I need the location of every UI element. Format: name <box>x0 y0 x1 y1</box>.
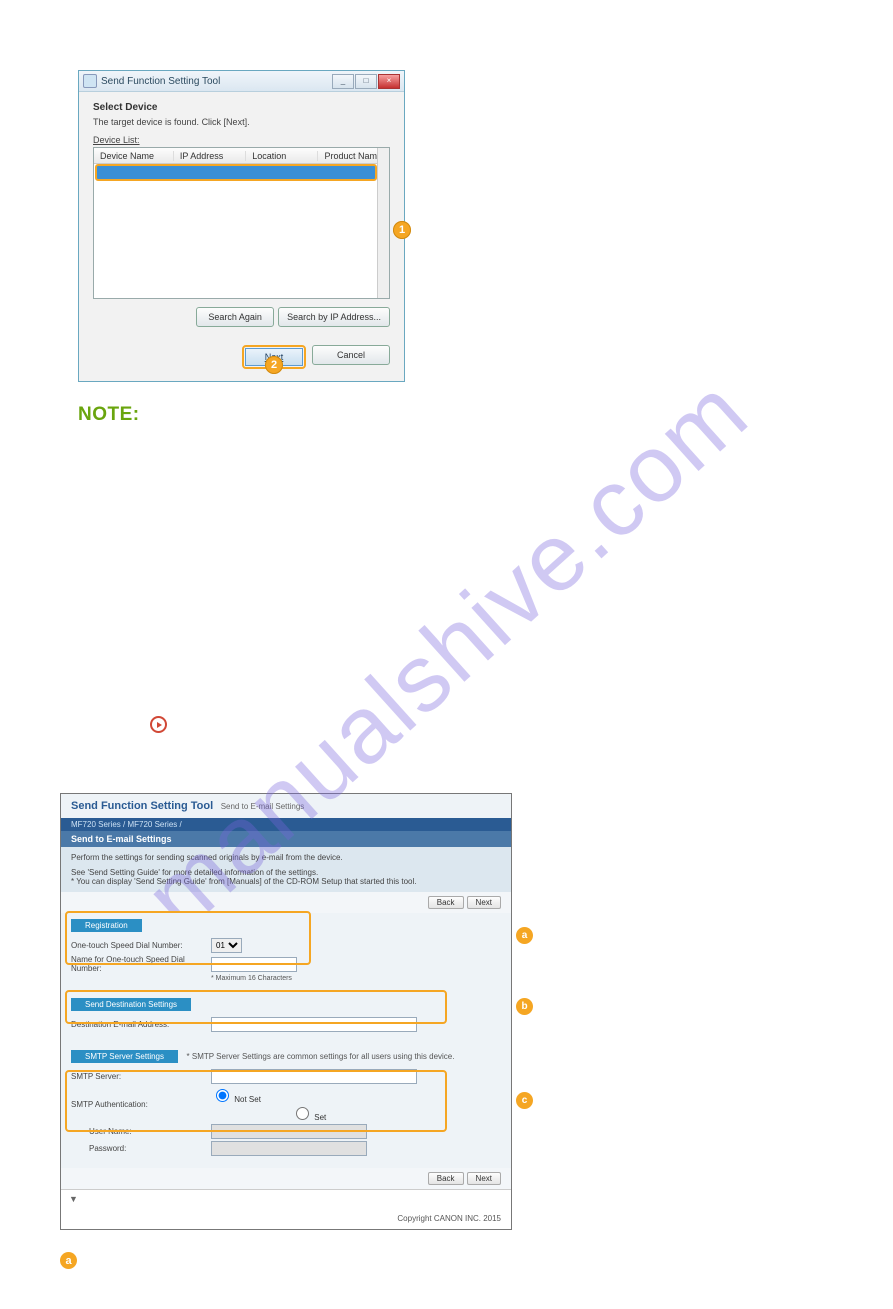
close-button[interactable]: × <box>378 74 400 89</box>
send-destination-heading: Send Destination Settings <box>71 998 191 1011</box>
smtp-server-label: SMTP Server: <box>71 1072 211 1081</box>
callout-2: 2 <box>265 356 283 374</box>
smtp-auth-options: Not Set Set <box>211 1086 326 1122</box>
intro-text-1: Perform the settings for sending scanned… <box>71 853 501 862</box>
select-device-screenshot: Send Function Setting Tool _ □ × Select … <box>60 70 405 382</box>
smtp-user-label: User Name: <box>89 1127 211 1136</box>
select-device-dialog: Send Function Setting Tool _ □ × Select … <box>78 70 405 382</box>
minimize-button[interactable]: _ <box>332 74 354 89</box>
one-touch-name-label: Name for One-touch Speed Dial Number: <box>71 955 211 973</box>
one-touch-number-label: One-touch Speed Dial Number: <box>71 941 211 950</box>
window-titlebar: Send Function Setting Tool _ □ × <box>79 71 404 92</box>
smtp-auth-label: SMTP Authentication: <box>71 1100 211 1109</box>
web-page-title: Send Function Setting Tool <box>71 800 213 812</box>
email-settings-screenshot: Send Function Setting Tool Send to E-mai… <box>60 793 512 1230</box>
smtp-pass-input <box>211 1141 367 1156</box>
back-button-bottom[interactable]: Back <box>428 1172 464 1185</box>
col-location: Location <box>246 151 318 161</box>
dialog-heading: Select Device <box>93 102 390 113</box>
breadcrumb: MF720 Series / MF720 Series / <box>61 818 511 831</box>
callout-letter-b: b <box>516 998 533 1015</box>
search-by-ip-button[interactable]: Search by IP Address... <box>278 307 390 327</box>
smtp-heading: SMTP Server Settings <box>71 1050 178 1063</box>
smtp-server-input[interactable] <box>211 1069 417 1084</box>
smtp-auth-notset-radio[interactable] <box>216 1089 229 1102</box>
device-list-header: Device Name IP Address Location Product … <box>94 148 389 164</box>
play-icon <box>150 716 167 733</box>
intro-text-2: See 'Send Setting Guide' for more detail… <box>71 868 501 877</box>
intro-text-3: * You can display 'Send Setting Guide' f… <box>71 877 501 886</box>
step-reference <box>150 716 167 733</box>
cancel-button[interactable]: Cancel <box>312 345 390 365</box>
smtp-user-input <box>211 1124 367 1139</box>
registration-heading: Registration <box>71 919 142 932</box>
next-button-top[interactable]: Next <box>467 896 501 909</box>
dest-email-input[interactable] <box>211 1017 417 1032</box>
app-icon <box>83 74 97 88</box>
one-touch-number-select[interactable]: 01 <box>211 938 242 953</box>
smtp-auth-set-radio[interactable] <box>296 1107 309 1120</box>
back-button-top[interactable]: Back <box>428 896 464 909</box>
one-touch-name-input[interactable] <box>211 957 297 972</box>
search-again-button[interactable]: Search Again <box>196 307 274 327</box>
send-destination-section: b Send Destination Settings Destination … <box>61 992 511 1044</box>
next-button-bottom[interactable]: Next <box>467 1172 501 1185</box>
note-heading: NOTE: <box>78 404 833 426</box>
callout-letter-c: c <box>516 1092 533 1109</box>
col-ip-address: IP Address <box>174 151 246 161</box>
dialog-subtext: The target device is found. Click [Next]… <box>93 117 390 127</box>
smtp-note: * SMTP Server Settings are common settin… <box>187 1052 455 1061</box>
device-list[interactable]: Device Name IP Address Location Product … <box>93 147 390 299</box>
smtp-pass-label: Password: <box>89 1144 211 1153</box>
copyright-text: Copyright CANON INC. 2015 <box>61 1208 511 1229</box>
dest-email-label: Destination E-mail Address: <box>71 1020 211 1029</box>
registration-section: a Registration One-touch Speed Dial Numb… <box>61 913 511 992</box>
window-title: Send Function Setting Tool <box>101 76 332 87</box>
name-hint: * Maximum 16 Characters <box>211 975 501 982</box>
callout-letter-a: a <box>516 927 533 944</box>
panel-heading: Send to E-mail Settings <box>61 831 511 847</box>
maximize-button[interactable]: □ <box>355 74 377 89</box>
device-list-label: Device List: <box>93 135 390 145</box>
expand-icon[interactable]: ▼ <box>69 1194 78 1204</box>
callout-1: 1 <box>393 221 411 239</box>
list-scrollbar[interactable] <box>377 148 389 298</box>
col-device-name: Device Name <box>94 151 174 161</box>
selected-device-row[interactable] <box>95 164 377 181</box>
web-page-subtitle: Send to E-mail Settings <box>221 802 305 811</box>
section-marker-a: a <box>60 1252 77 1269</box>
smtp-section: c SMTP Server Settings * SMTP Server Set… <box>61 1044 511 1168</box>
